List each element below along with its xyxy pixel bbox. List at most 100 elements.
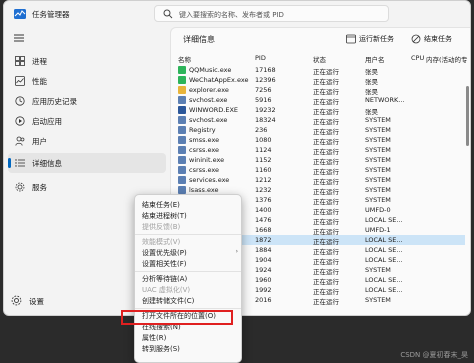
cell-pid: 17168 [255,66,276,74]
cell-user: SYSTEM [365,116,391,124]
table-row[interactable]: explorer.exe 7256 正在运行 张昊 [171,85,465,96]
settings-label: 设置 [29,297,44,306]
sidebar-item-label: 启动应用 [32,117,62,126]
cell-user: LOCAL SE... [365,256,403,264]
cell-pid: 19232 [255,106,276,114]
cell-pid: 1960 [255,276,272,284]
cell-name: explorer.exe [189,86,229,94]
cell-user: SYSTEM [365,136,391,144]
menu-item[interactable]: 创建转储文件(C) [142,296,238,306]
sidebar-item-performance[interactable]: 性能 [8,71,166,91]
cell-pid: 12396 [255,76,276,84]
sidebar-item-details[interactable]: 详细信息 [8,153,166,173]
cell-pid: 1884 [255,246,272,254]
menu-item[interactable]: 属性(R) [142,333,238,343]
run-new-task-button[interactable]: 运行新任务 [346,32,406,46]
context-menu: 结束任务(E) 结束进程树(T) 提供反馈(B) 效能模式(V) 设置优先级(P) › 设置… [134,194,242,363]
table-row[interactable]: wininit.exe 1152 正在运行 SYSTEM [171,155,465,166]
column-header-cpu[interactable]: CPU [411,54,424,62]
menu-item-label: 效能模式(V) [142,238,181,246]
cell-pid: 1476 [255,216,272,224]
cell-pid: 236 [255,126,268,134]
cell-pid: 1400 [255,206,272,214]
users-icon [15,136,25,146]
menu-item-label: 创建转储文件(C) [142,297,195,305]
table-row[interactable]: csrss.exe 1124 正在运行 SYSTEM [171,145,465,156]
sidebar-item-app-history[interactable]: 应用历史记录 [8,91,166,111]
menu-item[interactable]: 设置优先级(P) › [142,248,238,258]
menu-item[interactable]: 设置相关性(F) [142,259,238,269]
menu-item[interactable]: 转到服务(S) [142,344,238,354]
sidebar-item-label: 用户 [32,137,47,146]
menu-item-label: 转到服务(S) [142,345,180,353]
search-placeholder: 键入要搜索的名称、发布者或 PID [179,10,284,19]
process-icon [178,96,186,104]
menu-item[interactable]: 分析等待链(A) [142,274,238,284]
process-icon [178,146,186,154]
process-icon [178,86,186,94]
table-row[interactable]: svchost.exe 5916 正在运行 NETWORK... [171,95,465,106]
column-header-memory[interactable]: 内存(活动的专 [426,54,470,64]
cell-name: csrss.exe [189,166,220,174]
menu-separator [135,234,241,235]
cell-user: SYSTEM [365,146,391,154]
details-list-icon [15,159,25,167]
menu-item[interactable]: 结束进程树(T) [142,211,238,221]
cell-name: lsass.exe [189,186,219,194]
table-row[interactable]: WeChatAppEx.exe 12396 正在运行 张昊 [171,75,465,86]
run-task-icon [346,34,356,44]
cell-user: LOCAL SE... [365,246,403,254]
cell-user: SYSTEM [365,266,391,274]
table-row[interactable]: Registry 236 正在运行 SYSTEM [171,125,465,136]
cell-pid: 1212 [255,176,272,184]
history-icon [15,96,25,106]
end-task-label: 结束任务 [424,35,452,43]
cell-name: Registry [189,126,216,134]
column-header-status[interactable]: 状态 [313,54,326,64]
table-row[interactable]: QQMusic.exe 17168 正在运行 张昊 [171,65,465,76]
cell-user: SYSTEM [365,166,391,174]
table-row[interactable]: svchost.exe 18324 正在运行 SYSTEM [171,115,465,126]
cell-user: SYSTEM [365,186,391,194]
menu-item-label: UAC 虚拟化(V) [142,286,191,294]
column-header-pid[interactable]: PID [255,54,266,62]
cell-pid: 1080 [255,136,272,144]
sidebar-item-processes[interactable]: 进程 [8,51,166,71]
end-task-button[interactable]: 结束任务 [411,32,466,46]
highlight-annotation [121,310,233,325]
vertical-scrollbar[interactable] [465,66,470,306]
sidebar-item-label: 详细信息 [32,159,62,168]
table-row[interactable]: services.exe 1212 正在运行 SYSTEM [171,175,465,186]
column-header-username[interactable]: 用户名 [365,54,385,64]
cell-pid: 1376 [255,196,272,204]
hamburger-menu-icon[interactable] [14,34,24,42]
scrollbar-thumb[interactable] [466,86,469,146]
cell-pid: 18324 [255,116,276,124]
cell-pid: 1924 [255,266,272,274]
process-icon [178,186,186,194]
sidebar-item-label: 服务 [32,183,47,192]
cell-pid: 1160 [255,166,272,174]
cell-name: WINWORD.EXE [189,106,239,114]
cell-pid: 1872 [255,236,272,244]
process-icon [178,156,186,164]
cell-name: svchost.exe [189,116,228,124]
cell-status: 正在运行 [313,298,339,306]
table-row[interactable]: csrss.exe 1160 正在运行 SYSTEM [171,165,465,176]
search-icon [163,9,173,19]
cell-name: smss.exe [189,136,220,144]
sidebar-item-startup-apps[interactable]: 启动应用 [8,111,166,131]
task-manager-icon [14,9,26,19]
cell-name: services.exe [189,176,230,184]
table-row[interactable]: WINWORD.EXE 19232 正在运行 张昊 [171,105,465,116]
table-row[interactable]: smss.exe 1080 正在运行 SYSTEM [171,135,465,146]
column-header-name[interactable]: 名称 [178,54,191,64]
menu-item[interactable]: 结束任务(E) [142,200,238,210]
process-icon [178,166,186,174]
settings-button[interactable]: 设置 [11,294,71,308]
search-input[interactable]: 键入要搜索的名称、发布者或 PID [154,5,389,22]
cell-pid: 1232 [255,186,272,194]
process-icon [178,116,186,124]
sidebar-item-users[interactable]: 用户 [8,131,166,151]
performance-icon [15,76,25,86]
